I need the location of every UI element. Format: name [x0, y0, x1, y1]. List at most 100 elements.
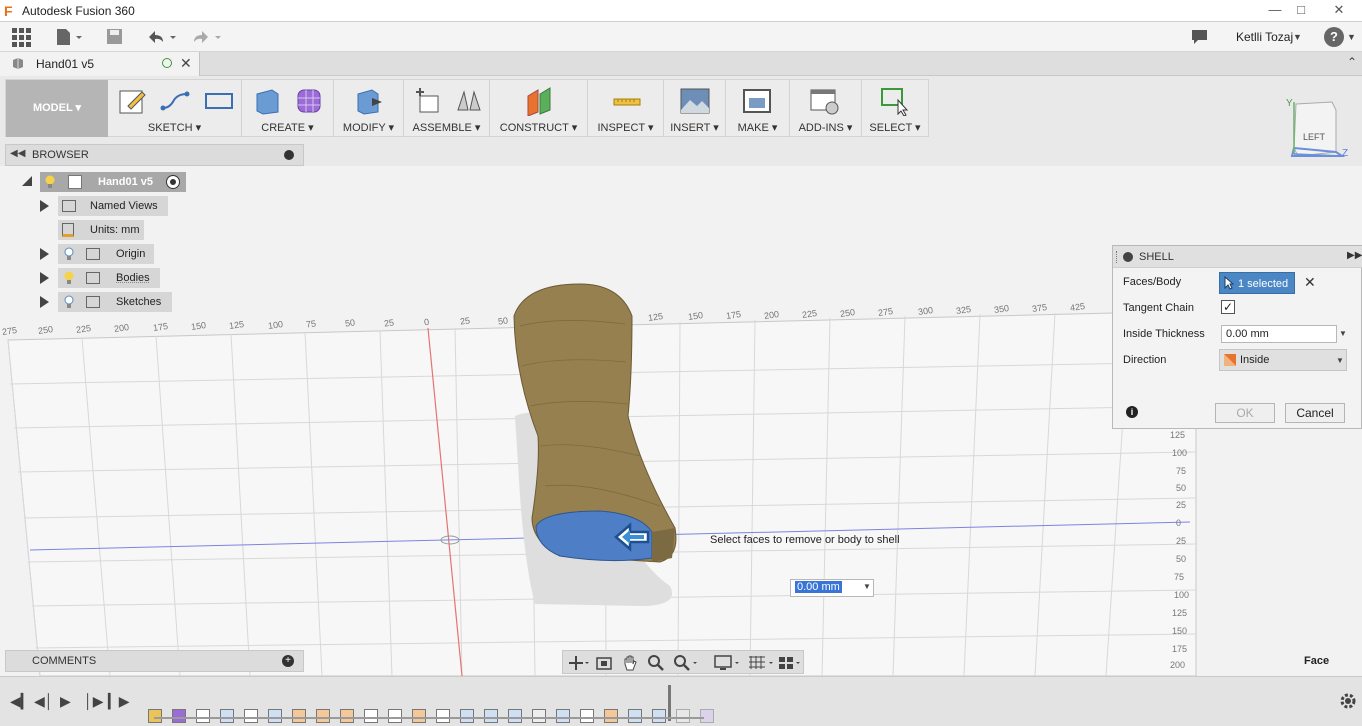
drag-handle-icon[interactable] — [1116, 251, 1118, 263]
timeline-move-icon[interactable] — [532, 709, 546, 723]
timeline-feature-icon[interactable] — [292, 709, 306, 723]
grid-settings-icon[interactable] — [747, 654, 777, 672]
timeline-prev-icon[interactable]: ◀│ — [34, 693, 54, 710]
create-sketch-icon[interactable] — [118, 86, 148, 116]
timeline-feature-icon[interactable] — [220, 709, 234, 723]
timeline-feature-icon[interactable] — [652, 709, 666, 723]
add-comment-icon[interactable]: + — [282, 655, 294, 667]
insert-group[interactable]: INSERT ▾ — [664, 80, 726, 137]
timeline-last-icon[interactable]: ▎▶ — [108, 693, 130, 710]
timeline-sketch-icon[interactable] — [436, 709, 450, 723]
workspace-switcher-button[interactable]: MODEL ▾ — [6, 80, 108, 137]
inside-thickness-input[interactable]: 0.00 mm — [1221, 325, 1337, 343]
cancel-button[interactable]: Cancel — [1285, 403, 1345, 423]
timeline-next-icon[interactable]: │▶ — [84, 693, 104, 710]
timeline-marker[interactable] — [668, 685, 671, 721]
offset-plane-icon[interactable] — [524, 86, 554, 117]
timeline-feature-icon[interactable] — [628, 709, 642, 723]
collapse-dialog-icon[interactable] — [1123, 252, 1133, 262]
expand-dialog-icon[interactable]: ▶▶ — [1347, 250, 1362, 261]
browser-pin-icon[interactable] — [284, 150, 294, 160]
collapse-toolbar-chevron-icon[interactable]: ⌃ — [1347, 55, 1357, 69]
faces-body-selection[interactable]: 1 selected — [1219, 272, 1295, 294]
timeline-sketch-icon[interactable] — [580, 709, 594, 723]
close-tab-icon[interactable]: ✕ — [180, 55, 192, 72]
tree-item-named-views[interactable]: Named Views — [18, 196, 308, 216]
timeline-sketch-icon[interactable] — [364, 709, 378, 723]
help-icon[interactable]: ? — [1324, 27, 1344, 47]
sketch-group[interactable]: SKETCH ▾ — [108, 80, 242, 137]
minimize-icon[interactable]: — — [1263, 1, 1287, 19]
timeline-feature-icon[interactable] — [508, 709, 522, 723]
select-group[interactable]: SELECT ▾ — [862, 80, 928, 137]
expand-root-triangle-icon[interactable] — [22, 176, 32, 186]
viewcube[interactable]: LEFT Y Z — [1284, 98, 1350, 162]
timeline-feature-icon[interactable] — [484, 709, 498, 723]
timeline-sketch-icon[interactable] — [196, 709, 210, 723]
timeline-feature-icon[interactable] — [460, 709, 474, 723]
user-menu-chevron-icon[interactable]: ▼ — [1293, 32, 1302, 42]
timeline-settings-gear-icon[interactable] — [1339, 692, 1357, 710]
timeline-feature-icon[interactable] — [316, 709, 330, 723]
tree-item-sketches[interactable]: Sketches — [18, 292, 308, 312]
fit-zoom-icon[interactable] — [673, 654, 699, 672]
manipulator-dropdown-icon[interactable]: ▼ — [863, 582, 871, 591]
timeline-feature-icon[interactable] — [604, 709, 618, 723]
modify-group[interactable]: MODIFY ▾ — [334, 80, 404, 137]
timeline-feature-icon[interactable] — [148, 709, 162, 723]
timeline-feature-icon[interactable] — [412, 709, 426, 723]
clear-selection-icon[interactable]: ✕ — [1304, 274, 1316, 291]
save-icon[interactable] — [105, 27, 125, 47]
new-component-icon[interactable] — [414, 86, 444, 116]
tangent-chain-checkbox[interactable]: ✓ — [1221, 300, 1235, 314]
timeline-sketch-icon[interactable] — [388, 709, 402, 723]
pan-hand-icon[interactable] — [621, 654, 639, 672]
timeline-feature-icon[interactable] — [676, 709, 690, 723]
visibility-lightbulb-off-icon[interactable] — [64, 247, 74, 261]
thickness-manipulator-input[interactable]: 0.00 mm ▼ — [790, 579, 874, 597]
timeline-feature-icon[interactable] — [172, 709, 186, 723]
rectangle-icon[interactable] — [204, 86, 234, 116]
extrude-box-icon[interactable] — [252, 86, 282, 116]
timeline-play-icon[interactable]: ▶ — [60, 693, 71, 710]
data-panel-grid-icon[interactable] — [10, 27, 32, 47]
close-window-icon[interactable]: ✕ — [1327, 1, 1351, 19]
tree-item-origin[interactable]: Origin — [18, 244, 308, 264]
user-name[interactable]: Ketlli Tozaj — [1236, 30, 1293, 44]
form-grid-icon[interactable] — [294, 86, 324, 116]
shell-direction-arrow-icon[interactable] — [614, 522, 652, 552]
insert-image-icon[interactable] — [680, 86, 710, 116]
select-window-icon[interactable] — [880, 86, 910, 117]
info-icon[interactable]: i — [1126, 406, 1138, 418]
expand-triangle-icon[interactable] — [40, 272, 49, 284]
document-tab[interactable]: Hand01 v5 ✕ — [0, 52, 200, 76]
look-at-icon[interactable] — [595, 654, 613, 672]
tree-item-units[interactable]: Units: mm — [18, 220, 308, 240]
direction-select[interactable]: Inside ▼ — [1219, 349, 1347, 371]
redo-icon[interactable] — [190, 27, 224, 47]
file-menu-icon[interactable] — [55, 27, 85, 47]
expand-triangle-icon[interactable] — [40, 200, 49, 212]
visibility-lightbulb-off-icon[interactable] — [64, 295, 74, 309]
3d-print-icon[interactable] — [742, 86, 772, 116]
display-settings-icon[interactable] — [713, 654, 743, 672]
expand-triangle-icon[interactable] — [40, 296, 49, 308]
zoom-icon[interactable] — [647, 654, 665, 672]
maximize-icon[interactable]: □ — [1289, 1, 1313, 19]
thickness-dropdown-icon[interactable]: ▼ — [1339, 329, 1347, 338]
timeline-feature-icon[interactable] — [700, 709, 714, 723]
notification-comment-icon[interactable] — [1190, 27, 1210, 47]
assemble-group[interactable]: ASSEMBLE ▾ — [404, 80, 490, 137]
measure-icon[interactable] — [612, 86, 642, 116]
timeline-first-icon[interactable]: ◀▎ — [10, 693, 32, 710]
viewports-icon[interactable] — [777, 654, 803, 672]
undo-icon[interactable] — [145, 27, 179, 47]
expand-triangle-icon[interactable] — [40, 248, 49, 260]
joint-icon[interactable] — [454, 86, 484, 116]
scripts-addins-icon[interactable] — [810, 86, 840, 116]
tree-root-row[interactable]: Hand01 v5 — [18, 172, 308, 192]
inspect-group[interactable]: INSPECT ▾ — [588, 80, 664, 137]
activate-component-icon[interactable] — [166, 175, 180, 189]
orbit-icon[interactable] — [567, 654, 589, 672]
collapse-browser-icon[interactable]: ◀◀ — [10, 148, 25, 159]
